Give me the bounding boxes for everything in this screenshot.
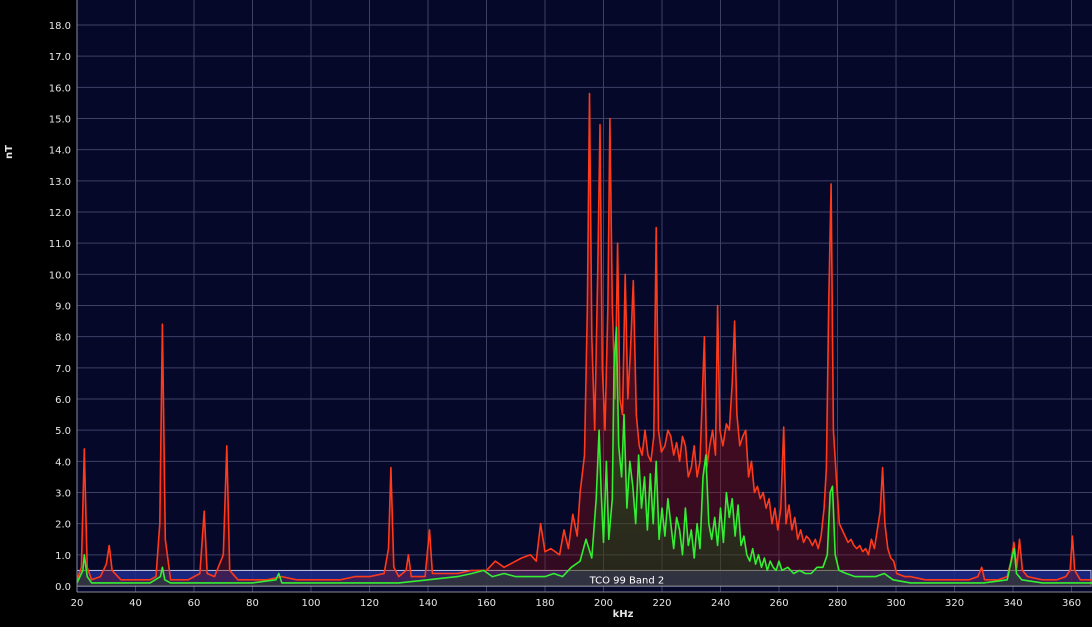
x-tick-label: 60 xyxy=(188,598,201,609)
y-tick-label: 17.0 xyxy=(49,52,71,63)
x-tick-label: 80 xyxy=(246,598,259,609)
x-tick-label: 20 xyxy=(71,598,84,609)
y-tick-label: 18.0 xyxy=(49,21,71,32)
x-tick-label: 340 xyxy=(1003,598,1022,609)
x-tick-label: 180 xyxy=(535,598,554,609)
x-tick-label: 280 xyxy=(828,598,847,609)
y-tick-label: 11.0 xyxy=(49,239,71,250)
band-label: TCO 99 Band 2 xyxy=(589,576,665,587)
y-tick-label: 13.0 xyxy=(49,177,71,188)
y-tick-label: 10.0 xyxy=(49,270,71,281)
x-tick-label: 240 xyxy=(711,598,730,609)
x-tick-label: 320 xyxy=(945,598,964,609)
y-tick-labels: 0.0 1.0 2.0 3.0 4.0 5.0 6.0 7.0 8.0 9.0 10.0 11.0 12… xyxy=(49,21,71,593)
y-axis-title: nT xyxy=(4,145,15,159)
y-tick-label: 3.0 xyxy=(55,489,71,500)
x-tick-label: 260 xyxy=(769,598,788,609)
x-tick-label: 100 xyxy=(301,598,320,609)
y-tick-label: 15.0 xyxy=(49,115,71,126)
y-tick-label: 2.0 xyxy=(55,520,71,531)
x-tick-label: 300 xyxy=(886,598,905,609)
y-tick-label: 6.0 xyxy=(55,395,71,406)
y-tick-label: 7.0 xyxy=(55,364,71,375)
y-tick-label: 1.0 xyxy=(55,551,71,562)
x-tick-labels: 20 40 60 80 100 120 140 160 180 200 220 240 260 280 30… xyxy=(71,598,1081,609)
spectrum-chart: TCO 99 Band 2 0.0 1.0 2.0 3.0 4.0 5.0 6.0 7.0 8.… xyxy=(0,0,1092,627)
y-tick-label: 8.0 xyxy=(55,333,71,344)
y-tick-label: 4.0 xyxy=(55,457,71,468)
y-tick-label: 9.0 xyxy=(55,302,71,313)
y-tick-label: 16.0 xyxy=(49,83,71,94)
x-tick-label: 220 xyxy=(652,598,671,609)
x-tick-label: 40 xyxy=(129,598,142,609)
y-tick-label: 5.0 xyxy=(55,426,71,437)
x-tick-label: 120 xyxy=(360,598,379,609)
x-axis-title: kHz xyxy=(613,609,634,620)
x-tick-label: 160 xyxy=(477,598,496,609)
x-tick-label: 200 xyxy=(594,598,613,609)
chart-svg: TCO 99 Band 2 0.0 1.0 2.0 3.0 4.0 5.0 6.0 7.0 8.… xyxy=(4,0,1092,620)
y-tick-label: 12.0 xyxy=(49,208,71,219)
y-tick-label: 14.0 xyxy=(49,146,71,157)
y-tick-label: 0.0 xyxy=(55,582,71,593)
x-tick-label: 360 xyxy=(1062,598,1081,609)
x-tick-label: 140 xyxy=(418,598,437,609)
